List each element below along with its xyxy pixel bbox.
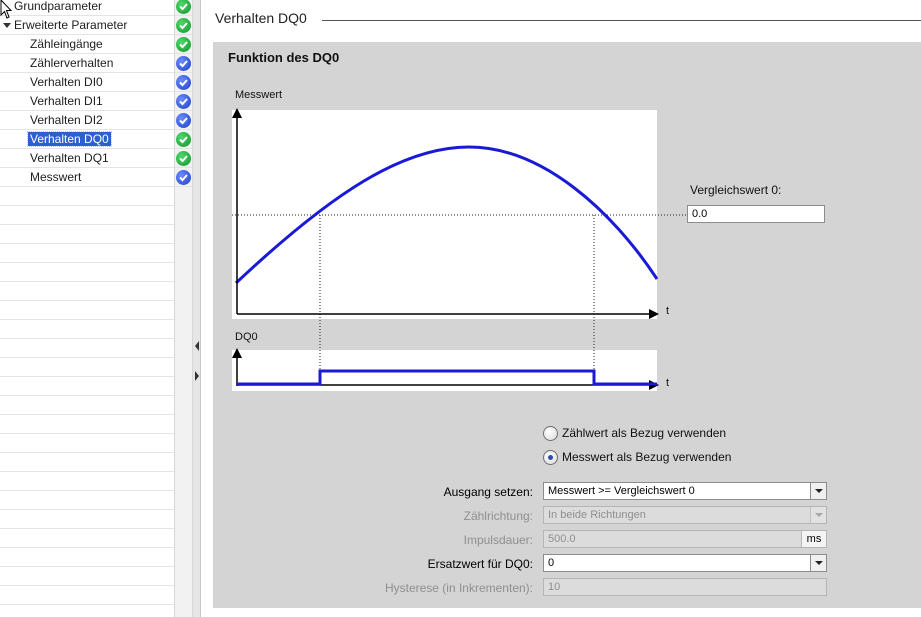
substitute-value-label: Ersatzwert für DQ0: bbox=[427, 557, 533, 571]
substitute-value-dropdown[interactable]: 0 bbox=[543, 554, 827, 572]
check-ok-icon bbox=[176, 18, 191, 33]
output-set-value: Messwert >= Vergleichswert 0 bbox=[548, 485, 695, 497]
hysteresis-label: Hysterese (in Inkrementen): bbox=[384, 581, 533, 595]
tree-item-label: Messwert bbox=[30, 170, 82, 184]
tree-empty-row bbox=[0, 434, 174, 453]
count-direction-dropdown: In beide Richtungen bbox=[543, 506, 827, 524]
check-info-icon bbox=[176, 94, 191, 109]
tree-item-verhalten-di0[interactable]: Verhalten DI0 bbox=[0, 73, 174, 92]
status-cell bbox=[175, 130, 192, 149]
check-ok-icon bbox=[176, 151, 191, 166]
tree-empty-row bbox=[0, 548, 174, 567]
tree-empty-row bbox=[0, 491, 174, 510]
status-cell bbox=[175, 111, 192, 130]
compare-value-input[interactable]: 0.0 bbox=[687, 205, 825, 223]
dropdown-arrow-icon bbox=[810, 507, 826, 523]
tree-empty-row bbox=[0, 396, 174, 415]
check-ok-icon bbox=[176, 0, 191, 14]
compare-value-label: Vergleichswert 0: bbox=[690, 183, 782, 197]
tree-empty-row bbox=[0, 358, 174, 377]
tree-item-messwert[interactable]: Messwert bbox=[0, 168, 174, 187]
tree-empty-row bbox=[0, 586, 174, 605]
tree-item-label: Verhalten DI1 bbox=[30, 94, 103, 108]
collapse-left-icon[interactable] bbox=[194, 340, 200, 352]
tree-item-label: Verhalten DQ1 bbox=[30, 151, 109, 165]
parameter-navigation-tree: Grundparameter Erweiterte Parameter Zähl… bbox=[0, 0, 193, 617]
tree-item-verhalten-dq1[interactable]: Verhalten DQ1 bbox=[0, 149, 174, 168]
tree-empty-row bbox=[0, 567, 174, 586]
tree-item-verhalten-di1[interactable]: Verhalten DI1 bbox=[0, 92, 174, 111]
tree-empty-row bbox=[0, 415, 174, 434]
radio-label: Messwert als Bezug verwenden bbox=[562, 450, 732, 464]
section-title: Verhalten DQ0 bbox=[215, 10, 307, 26]
tree-empty-row bbox=[0, 320, 174, 339]
tree-empty-row bbox=[0, 472, 174, 491]
status-cell bbox=[175, 35, 192, 54]
status-cell bbox=[175, 54, 192, 73]
tree-empty-row bbox=[0, 244, 174, 263]
section-divider bbox=[322, 20, 921, 21]
tree-item-label: Zählerverhalten bbox=[30, 56, 114, 70]
tree-empty-row bbox=[0, 510, 174, 529]
check-info-icon bbox=[176, 113, 191, 128]
pulse-duration-label: Impulsdauer: bbox=[463, 533, 533, 547]
tree-item-grundparameter[interactable]: Grundparameter bbox=[0, 0, 174, 16]
radio-label: Zählwert als Bezug verwenden bbox=[562, 426, 727, 440]
pulse-duration-value: 500.0 bbox=[548, 533, 576, 545]
expand-right-icon[interactable] bbox=[194, 370, 200, 382]
check-info-icon bbox=[176, 56, 191, 71]
tree-empty-row bbox=[0, 377, 174, 396]
count-direction-value: In beide Richtungen bbox=[548, 509, 646, 521]
tree-empty-row bbox=[0, 453, 174, 472]
tree-empty-row bbox=[0, 301, 174, 320]
pulse-duration-input: 500.0 ms bbox=[543, 530, 827, 548]
status-column bbox=[174, 0, 193, 617]
status-cell bbox=[175, 16, 192, 35]
tree-empty-row bbox=[0, 187, 174, 206]
status-cell bbox=[175, 73, 192, 92]
radio-button[interactable] bbox=[543, 426, 558, 441]
tree-item-label: Grundparameter bbox=[14, 0, 103, 13]
mouse-cursor-icon bbox=[0, 0, 13, 19]
dropdown-arrow-icon[interactable] bbox=[810, 483, 826, 499]
status-cell bbox=[175, 149, 192, 168]
output-set-dropdown[interactable]: Messwert >= Vergleichswert 0 bbox=[543, 482, 827, 500]
tree-empty-row bbox=[0, 225, 174, 244]
content-area: Verhalten DQ0 Funktion des DQ0 Messwert … bbox=[201, 0, 921, 617]
pulse-duration-unit: ms bbox=[801, 531, 826, 547]
pane-splitter[interactable] bbox=[193, 0, 201, 617]
status-cell bbox=[175, 92, 192, 111]
check-info-icon bbox=[176, 170, 191, 185]
check-info-icon bbox=[176, 75, 191, 90]
tree-item-zaehlerverhalten[interactable]: Zählerverhalten bbox=[0, 54, 174, 73]
tree-item-erweiterte-parameter[interactable]: Erweiterte Parameter bbox=[0, 16, 174, 35]
tree-empty-row bbox=[0, 263, 174, 282]
tree-item-label: Verhalten DI2 bbox=[30, 113, 103, 127]
function-panel: Funktion des DQ0 Messwert DQ0 t t Vergle… bbox=[213, 42, 921, 608]
check-ok-icon bbox=[176, 37, 191, 52]
tree-item-verhalten-dq0[interactable]: Verhalten DQ0 bbox=[0, 130, 174, 149]
output-set-label: Ausgang setzen: bbox=[443, 485, 533, 499]
expand-arrow-icon[interactable] bbox=[3, 23, 11, 28]
substitute-value: 0 bbox=[548, 557, 555, 569]
check-ok-icon bbox=[176, 132, 191, 147]
radio-button-checked[interactable] bbox=[543, 450, 558, 465]
dropdown-arrow-icon[interactable] bbox=[810, 555, 826, 571]
status-cell bbox=[175, 0, 192, 16]
tree-item-label: Zähleingänge bbox=[30, 37, 103, 51]
status-cell bbox=[175, 168, 192, 187]
tree-item-label: Verhalten DQ0 bbox=[27, 131, 112, 147]
tree-item-label: Erweiterte Parameter bbox=[14, 18, 128, 32]
tree-empty-row bbox=[0, 206, 174, 225]
tree-empty-row bbox=[0, 282, 174, 301]
tree-item-zaehleingaenge[interactable]: Zähleingänge bbox=[0, 35, 174, 54]
tree-item-label: Verhalten DI0 bbox=[30, 75, 103, 89]
count-direction-label: Zählrichtung: bbox=[463, 509, 533, 523]
hysteresis-input: 10 bbox=[543, 578, 827, 596]
tree-empty-row bbox=[0, 529, 174, 548]
tree-item-verhalten-di2[interactable]: Verhalten DI2 bbox=[0, 111, 174, 130]
tree-empty-row bbox=[0, 339, 174, 358]
